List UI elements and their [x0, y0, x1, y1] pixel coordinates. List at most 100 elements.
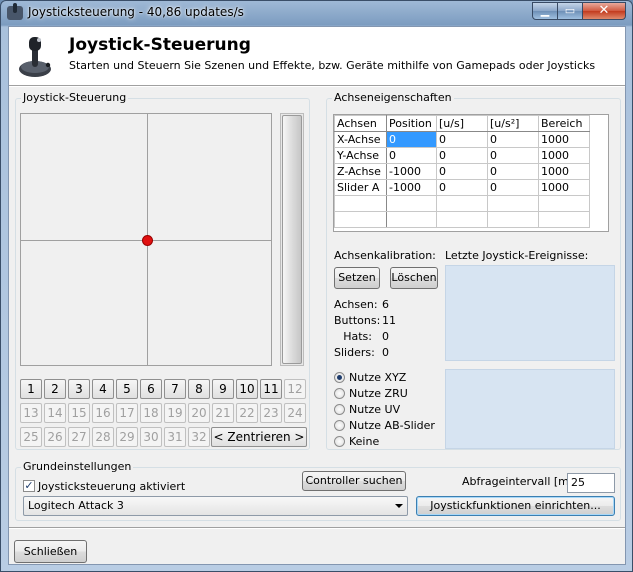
- search-controller-button[interactable]: Controller suchen: [302, 471, 406, 491]
- joystick-button-indicator: 13: [20, 403, 42, 423]
- row-header[interactable]: Z-Achse: [334, 163, 387, 180]
- table-cell-empty[interactable]: [487, 211, 539, 228]
- axis-mode-radio-label[interactable]: Nutze AB-Slider: [349, 419, 435, 432]
- table-cell[interactable]: 0: [386, 131, 437, 148]
- table-cell-empty[interactable]: [436, 195, 488, 212]
- center-button[interactable]: < Zentrieren >: [211, 427, 307, 447]
- table-cell-empty[interactable]: [386, 211, 437, 228]
- table-cell[interactable]: 1000: [538, 179, 590, 196]
- table-cell[interactable]: 1000: [538, 131, 590, 148]
- stat-axes-value: 6: [382, 298, 389, 311]
- close-window-button[interactable]: ✕: [582, 2, 626, 20]
- joystick-button-indicator: 7: [164, 379, 186, 399]
- axis-mode-radio-label[interactable]: Nutze ZRU: [349, 387, 408, 400]
- events-box-top: [445, 265, 615, 361]
- table-cell[interactable]: 0: [436, 131, 488, 148]
- joystick-icon: [19, 37, 51, 77]
- stat-buttons-value: 11: [382, 314, 396, 327]
- enable-joystick-checkbox[interactable]: ✓: [23, 480, 35, 492]
- table-cell[interactable]: 0: [487, 147, 539, 164]
- z-axis-slider[interactable]: [280, 113, 304, 366]
- joystick-button-indicator: 17: [116, 403, 138, 423]
- table-row[interactable]: X-Achse 0 0 0 1000: [334, 131, 590, 148]
- interval-label: Abfrageintervall [ms]:: [462, 475, 583, 488]
- stat-sliders-label: Sliders:: [334, 346, 375, 359]
- table-row[interactable]: [334, 211, 590, 228]
- axis-mode-radio[interactable]: [334, 404, 345, 415]
- row-header[interactable]: X-Achse: [334, 131, 387, 148]
- axis-mode-radio[interactable]: [334, 372, 345, 383]
- z-axis-slider-thumb[interactable]: [282, 115, 302, 364]
- col-header-range: Bereich: [538, 115, 590, 132]
- axis-mode-radio-label[interactable]: Nutze XYZ: [349, 371, 406, 384]
- joystick-button-indicator: 3: [68, 379, 90, 399]
- joystick-group-label: Joystick-Steuerung: [21, 91, 129, 104]
- row-header[interactable]: Y-Achse: [334, 147, 387, 164]
- joystick-button-indicator: 22: [236, 403, 258, 423]
- row-header[interactable]: Slider A: [334, 179, 387, 196]
- table-cell[interactable]: -1000: [386, 163, 437, 180]
- table-cell-empty[interactable]: [436, 211, 488, 228]
- table-row[interactable]: Slider A -1000 0 0 1000: [334, 179, 590, 196]
- table-cell-empty[interactable]: [487, 195, 539, 212]
- table-row[interactable]: Z-Achse -1000 0 0 1000: [334, 163, 590, 180]
- joystick-button-indicator: 5: [116, 379, 138, 399]
- dialog-footer: [9, 527, 625, 564]
- joystick-button-indicator: 16: [92, 403, 114, 423]
- joystick-button-indicator: 15: [68, 403, 90, 423]
- interval-input[interactable]: 25: [567, 473, 615, 493]
- table-cell[interactable]: -1000: [386, 179, 437, 196]
- stat-hats-label: Hats:: [343, 330, 372, 343]
- joystick-button-indicator: 21: [212, 403, 234, 423]
- maximize-button[interactable]: ▭: [557, 2, 583, 20]
- row-header-empty[interactable]: [334, 211, 387, 228]
- set-calibration-button[interactable]: Setzen: [334, 267, 380, 289]
- minimize-button[interactable]: ▁: [532, 2, 558, 20]
- joystick-button-indicator: 10: [236, 379, 258, 399]
- axis-mode-radio-label[interactable]: Keine: [349, 435, 379, 448]
- table-cell[interactable]: 0: [487, 131, 539, 148]
- joystick-button-indicator: 9: [212, 379, 234, 399]
- table-cell[interactable]: 0: [487, 179, 539, 196]
- table-cell-empty[interactable]: [386, 195, 437, 212]
- axis-table-header: Achsen Position [u/s] [u/s²] Bereich: [334, 115, 590, 132]
- joystick-button-indicator: 32: [188, 427, 210, 447]
- table-cell-empty[interactable]: [538, 195, 590, 212]
- page-title: Joystick-Steuerung: [69, 35, 251, 55]
- table-cell[interactable]: 0: [386, 147, 437, 164]
- basic-settings-group: Grundeinstellungen ✓ Joysticksteuerung a…: [15, 460, 621, 521]
- table-row[interactable]: Y-Achse 0 0 0 1000: [334, 147, 590, 164]
- chevron-down-icon[interactable]: [395, 504, 403, 508]
- delete-calibration-button[interactable]: Löschen: [390, 267, 438, 289]
- events-box-bottom: [445, 369, 615, 449]
- stat-buttons-label: Buttons:: [334, 314, 381, 327]
- axis-group-label: Achseneigenschaften: [332, 91, 454, 104]
- title-bar[interactable]: Joysticksteuerung - 40,86 updates/s ▁ ▭ …: [1, 1, 632, 25]
- enable-joystick-label[interactable]: Joysticksteuerung aktiviert: [38, 480, 185, 493]
- dialog-client-area: Joystick-Steuerung Starten und Steuern S…: [8, 26, 626, 565]
- axis-mode-radio[interactable]: [334, 388, 345, 399]
- table-cell-empty[interactable]: [538, 211, 590, 228]
- xy-pad[interactable]: [20, 113, 272, 366]
- device-select[interactable]: Logitech Attack 3: [23, 496, 408, 516]
- axis-grid[interactable]: Achsen Position [u/s] [u/s²] Bereich X-A…: [334, 115, 590, 228]
- table-row[interactable]: [334, 195, 590, 212]
- joystick-button-indicator: 4: [92, 379, 114, 399]
- row-header-empty[interactable]: [334, 195, 387, 212]
- table-cell[interactable]: 1000: [538, 163, 590, 180]
- table-cell[interactable]: 0: [487, 163, 539, 180]
- axis-mode-radio[interactable]: [334, 420, 345, 431]
- col-header-axes: Achsen: [334, 115, 387, 132]
- setup-functions-button[interactable]: Joystickfunktionen einrichten...: [416, 496, 615, 516]
- close-button[interactable]: Schließen: [14, 540, 87, 563]
- close-icon: ✕: [598, 3, 610, 18]
- axis-mode-radio-label[interactable]: Nutze UV: [349, 403, 400, 416]
- axis-table[interactable]: Achsen Position [u/s] [u/s²] Bereich X-A…: [333, 114, 609, 232]
- table-cell[interactable]: 1000: [538, 147, 590, 164]
- axis-mode-radio[interactable]: [334, 436, 345, 447]
- table-cell[interactable]: 0: [436, 179, 488, 196]
- joystick-button-indicator: 31: [164, 427, 186, 447]
- table-cell[interactable]: 0: [436, 147, 488, 164]
- joystick-position-dot: [142, 235, 153, 246]
- table-cell[interactable]: 0: [436, 163, 488, 180]
